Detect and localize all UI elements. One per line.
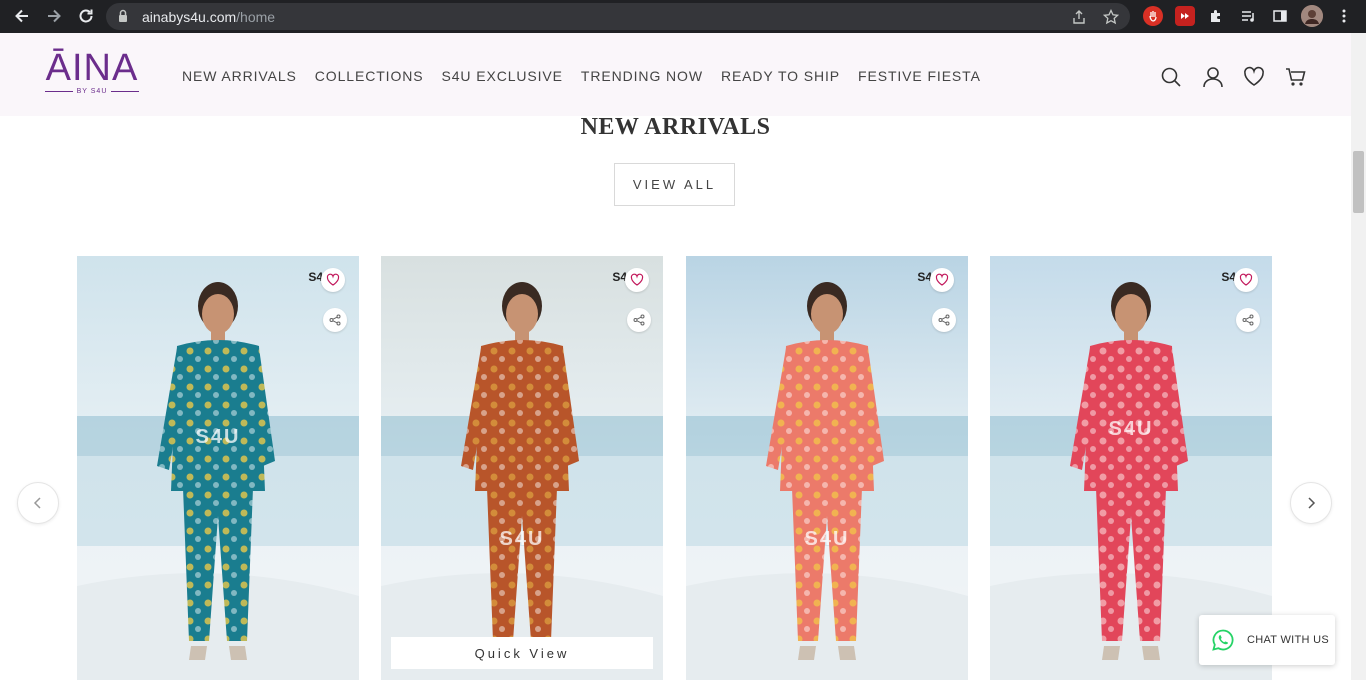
share-icon <box>1242 314 1254 326</box>
share-page-icon[interactable] <box>1070 8 1088 26</box>
browser-toolbar: ainabys4u.com/home <box>0 0 1366 33</box>
scrollbar-thumb[interactable] <box>1353 151 1364 213</box>
lock-icon <box>119 9 127 22</box>
share-button[interactable] <box>932 308 956 332</box>
product-image <box>77 256 359 680</box>
bookmark-star-icon[interactable] <box>1102 8 1120 26</box>
chat-label: CHAT WITH US <box>1247 634 1330 646</box>
share-button[interactable] <box>1236 308 1260 332</box>
extension-icon[interactable] <box>1143 6 1163 26</box>
account-icon[interactable] <box>1202 66 1224 88</box>
site-logo[interactable]: ĀINA BY S4U <box>40 47 144 103</box>
add-to-wishlist-button[interactable] <box>930 268 954 292</box>
whatsapp-icon <box>1212 629 1234 651</box>
watermark: S4U <box>1108 418 1154 440</box>
heart-icon <box>1239 273 1253 286</box>
heart-icon <box>935 273 949 286</box>
add-to-wishlist-button[interactable] <box>625 268 649 292</box>
watermark: S4U <box>804 528 850 550</box>
reload-icon[interactable] <box>74 4 98 28</box>
extension-icon[interactable] <box>1175 6 1195 26</box>
search-icon[interactable] <box>1160 66 1182 88</box>
section-title: NEW ARRIVALS <box>580 114 771 140</box>
wishlist-icon[interactable] <box>1243 66 1265 88</box>
media-icon[interactable] <box>1238 6 1258 26</box>
url-text: ainabys4u.com/home <box>142 9 276 25</box>
sidepanel-icon[interactable] <box>1270 6 1290 26</box>
share-button[interactable] <box>627 308 651 332</box>
chevron-left-icon <box>33 497 41 509</box>
heart-icon <box>630 273 644 286</box>
quick-view-button[interactable]: Quick View <box>391 637 653 669</box>
product-card[interactable]: S4U S4 Quick View <box>381 256 663 680</box>
scrollbar[interactable] <box>1351 33 1366 680</box>
cart-icon[interactable] <box>1285 66 1307 88</box>
product-image <box>686 256 968 680</box>
heart-icon <box>326 273 340 286</box>
nav-collections[interactable]: COLLECTIONS <box>315 68 424 84</box>
chat-with-us-button[interactable]: CHAT WITH US <box>1199 615 1335 665</box>
nav-new-arrivals[interactable]: NEW ARRIVALS <box>182 68 297 84</box>
product-card[interactable]: S4U S4 <box>686 256 968 680</box>
add-to-wishlist-button[interactable] <box>1234 268 1258 292</box>
logo-text: ĀINA <box>45 47 139 89</box>
share-icon <box>938 314 950 326</box>
nav-ready-to-ship[interactable]: READY TO SHIP <box>721 68 840 84</box>
profile-avatar[interactable] <box>1301 5 1323 27</box>
product-card[interactable]: S4U S4 <box>77 256 359 680</box>
carousel-prev-button[interactable] <box>17 482 59 524</box>
logo-subtext: BY S4U <box>40 88 144 95</box>
nav-trending-now[interactable]: TRENDING NOW <box>581 68 703 84</box>
add-to-wishlist-button[interactable] <box>321 268 345 292</box>
main-nav: NEW ARRIVALS COLLECTIONS S4U EXCLUSIVE T… <box>182 68 999 84</box>
menu-icon[interactable] <box>1334 6 1354 26</box>
back-icon[interactable] <box>10 4 34 28</box>
view-all-button[interactable]: VIEW ALL <box>614 163 735 206</box>
chevron-right-icon <box>1308 497 1316 509</box>
site-header: ĀINA BY S4U NEW ARRIVALS COLLECTIONS S4U… <box>0 33 1351 116</box>
watermark: S4U <box>499 528 545 550</box>
share-icon <box>329 314 341 326</box>
carousel-next-button[interactable] <box>1290 482 1332 524</box>
puzzle-icon[interactable] <box>1206 6 1226 26</box>
share-button[interactable] <box>323 308 347 332</box>
address-bar[interactable]: ainabys4u.com/home <box>106 3 1130 30</box>
product-image <box>381 256 663 680</box>
watermark: S4U <box>195 426 241 448</box>
nav-s4u-exclusive[interactable]: S4U EXCLUSIVE <box>442 68 563 84</box>
share-icon <box>633 314 645 326</box>
forward-icon[interactable] <box>42 4 66 28</box>
nav-festive-fiesta[interactable]: FESTIVE FIESTA <box>858 68 981 84</box>
